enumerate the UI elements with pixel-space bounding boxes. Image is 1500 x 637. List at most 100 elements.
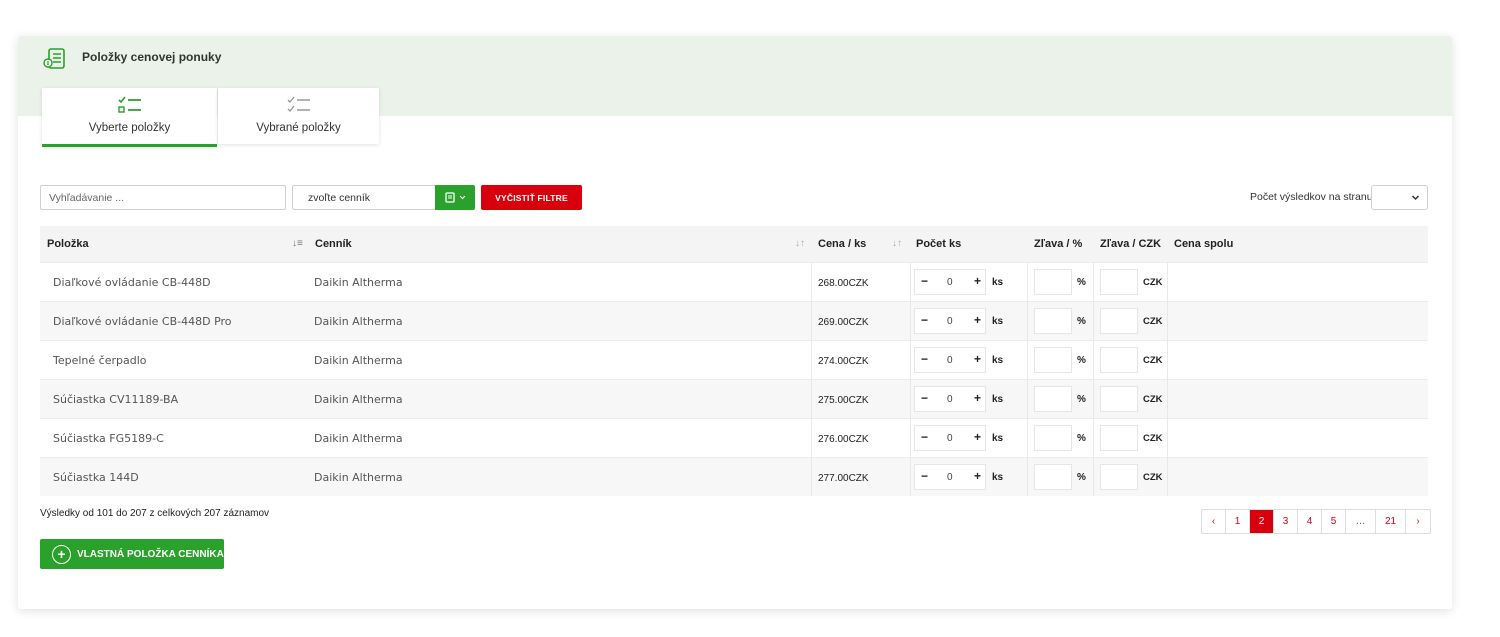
cell-divider (910, 458, 911, 496)
chevron-down-icon (1411, 195, 1420, 201)
pricelist-select[interactable]: zvoľte cenník (292, 185, 436, 210)
sort-icon[interactable]: ↓↑ (892, 238, 902, 249)
column-header-price[interactable]: Cena / ks (818, 238, 866, 250)
page-title: Položky cenovej ponuky (82, 50, 222, 64)
discount-pct-input[interactable] (1034, 464, 1072, 490)
cell-divider (910, 341, 911, 379)
column-header-item[interactable]: Položka (47, 238, 89, 250)
discount-pct-input[interactable] (1034, 425, 1072, 451)
checklist-icon (117, 96, 141, 113)
qty-increment-button[interactable]: + (974, 430, 981, 444)
qty-increment-button[interactable]: + (974, 352, 981, 366)
pricelist-dropdown-button[interactable] (435, 185, 475, 210)
add-custom-item-button[interactable]: + VLASTNÁ POLOŽKA CENNÍKA (40, 539, 224, 569)
qty-unit: ks (992, 433, 1004, 444)
qty-decrement-button[interactable]: − (921, 313, 928, 327)
qty-input[interactable]: 0 (947, 472, 953, 483)
cell-divider (1027, 302, 1028, 340)
pagination-page[interactable]: 3 (1274, 510, 1298, 533)
unit-price: 276.00CZK (818, 434, 869, 445)
qty-input[interactable]: 0 (947, 316, 953, 327)
cell-divider (811, 458, 812, 496)
discount-pct-input[interactable] (1034, 386, 1072, 412)
discount-czk-unit: CZK (1143, 316, 1163, 327)
qty-unit: ks (992, 394, 1004, 405)
discount-czk-input[interactable] (1100, 464, 1138, 490)
qty-increment-button[interactable]: + (974, 274, 981, 288)
tab-label: Vyberte položky (88, 122, 171, 134)
qty-decrement-button[interactable]: − (921, 430, 928, 444)
qty-increment-button[interactable]: + (974, 391, 981, 405)
discount-czk-input[interactable] (1100, 386, 1138, 412)
per-page-select[interactable] (1371, 185, 1428, 210)
unit-price: 269.00CZK (818, 317, 869, 328)
pagination: ‹ 1 2 3 4 5… 21 › (1201, 509, 1431, 534)
cell-divider (811, 419, 812, 457)
sort-asc-icon[interactable]: ↓≡ (292, 238, 303, 249)
tab-select-items[interactable]: Vyberte položky (42, 88, 217, 147)
unit-price: 277.00CZK (818, 473, 869, 484)
pricelist-name: Daikin Altherma (314, 354, 403, 367)
pagination-page[interactable]: 21 (1376, 510, 1406, 533)
cell-divider (1027, 419, 1028, 457)
quantity-stepper: − 0 + (914, 425, 986, 451)
discount-czk-input[interactable] (1100, 347, 1138, 373)
qty-decrement-button[interactable]: − (921, 274, 928, 288)
quantity-stepper: − 0 + (914, 347, 986, 373)
discount-pct-unit: % (1077, 472, 1086, 483)
pricelist-name: Daikin Altherma (314, 315, 403, 328)
discount-pct-input[interactable] (1034, 308, 1072, 334)
document-icon (444, 192, 455, 203)
pagination-page[interactable]: 1 (1226, 510, 1250, 533)
pagination-prev-button[interactable]: ‹ (1202, 510, 1226, 533)
discount-czk-input[interactable] (1100, 308, 1138, 334)
cell-divider (1167, 458, 1168, 496)
qty-increment-button[interactable]: + (974, 313, 981, 327)
item-name: Diaľkové ovládanie CB-448D (53, 276, 211, 289)
table-row: Súčiastka 144D Daikin Altherma 277.00CZK… (40, 457, 1428, 496)
qty-input[interactable]: 0 (947, 433, 953, 444)
discount-czk-unit: CZK (1143, 394, 1163, 405)
per-page-label: Počet výsledkov na stranu (1250, 191, 1373, 203)
pagination-page[interactable]: 4 (1298, 510, 1322, 533)
cell-divider (1167, 419, 1168, 457)
tab-label: Vybrané položky (256, 122, 341, 134)
pagination-ellipsis[interactable]: … (1346, 510, 1376, 533)
pricelist-name: Daikin Altherma (314, 432, 403, 445)
cell-divider (910, 302, 911, 340)
table-row: Súčiastka CV11189-BA Daikin Altherma 275… (40, 379, 1428, 418)
discount-pct-input[interactable] (1034, 269, 1072, 295)
quantity-stepper: − 0 + (914, 464, 986, 490)
cell-divider (1167, 302, 1168, 340)
qty-decrement-button[interactable]: − (921, 469, 928, 483)
column-header-discount-czk: Zľava / CZK (1100, 238, 1162, 250)
cell-divider (910, 419, 911, 457)
qty-increment-button[interactable]: + (974, 469, 981, 483)
discount-czk-input[interactable] (1100, 269, 1138, 295)
checklist-done-icon (287, 96, 310, 113)
quantity-stepper: − 0 + (914, 269, 986, 295)
qty-decrement-button[interactable]: − (921, 391, 928, 405)
qty-decrement-button[interactable]: − (921, 352, 928, 366)
column-header-total: Cena spolu (1174, 238, 1234, 250)
pagination-page[interactable]: 5 (1322, 510, 1346, 533)
qty-input[interactable]: 0 (947, 394, 953, 405)
pagination-next-button[interactable]: › (1406, 510, 1430, 533)
qty-input[interactable]: 0 (947, 277, 953, 288)
item-name: Súčiastka 144D (53, 471, 139, 484)
table-row: Diaľkové ovládanie CB-448D Daikin Alther… (40, 262, 1428, 301)
pagination-page[interactable]: 2 (1250, 510, 1274, 533)
tab-selected-items[interactable]: Vybrané položky (218, 88, 379, 144)
column-header-discount-pct: Zľava / % (1034, 238, 1083, 250)
results-info: Výsledky od 101 do 207 z celkových 207 z… (40, 508, 270, 519)
cell-divider (1093, 458, 1094, 496)
pricelist-name: Daikin Altherma (314, 471, 403, 484)
discount-pct-unit: % (1077, 277, 1086, 288)
qty-input[interactable]: 0 (947, 355, 953, 366)
discount-czk-input[interactable] (1100, 425, 1138, 451)
search-input[interactable] (40, 185, 286, 210)
discount-pct-input[interactable] (1034, 347, 1072, 373)
column-header-pricelist[interactable]: Cenník (315, 238, 352, 250)
sort-icon[interactable]: ↓↑ (795, 238, 805, 249)
clear-filters-button[interactable]: VYČISTIŤ FILTRE (481, 185, 582, 210)
